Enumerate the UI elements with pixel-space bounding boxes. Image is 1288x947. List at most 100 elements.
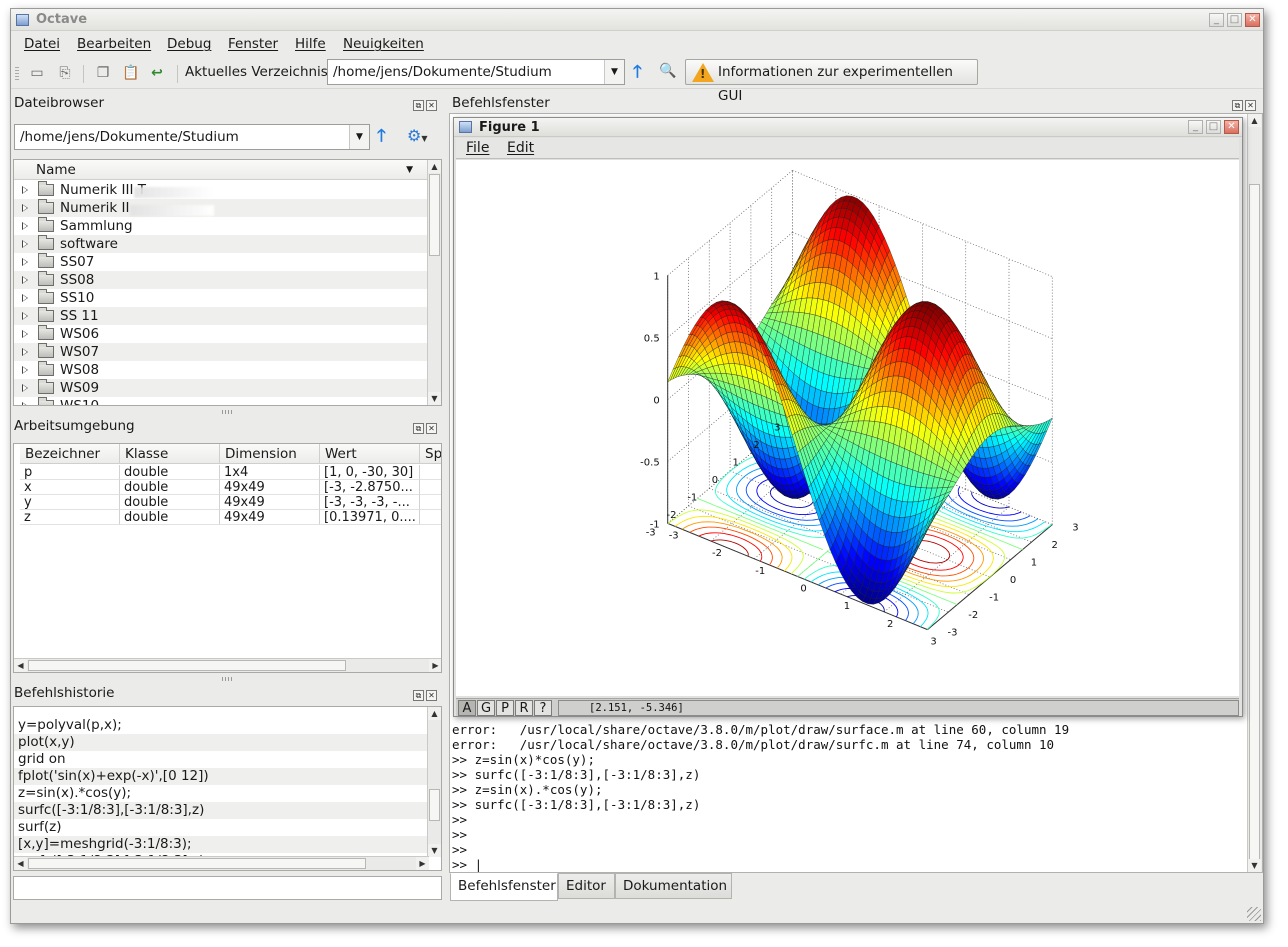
- figure-menu-edit[interactable]: Edit: [507, 140, 534, 156]
- current-directory-combo[interactable]: /home/jens/Dokumente/Studium ▼: [327, 59, 625, 85]
- title-bar[interactable]: Octave _ □ ✕: [11, 9, 1263, 31]
- expand-arrow-icon[interactable]: [22, 348, 28, 356]
- window-resize-grip[interactable]: [1247, 907, 1261, 921]
- splitter-handle[interactable]: [222, 677, 232, 681]
- workspace-col-sp[interactable]: Sp: [420, 444, 441, 464]
- scroll-up-icon[interactable]: ▲: [428, 160, 441, 173]
- workspace-cell[interactable]: double: [120, 480, 220, 495]
- history-item[interactable]: z=sin(x).*cos(y);: [14, 785, 427, 802]
- menu-neuigkeiten[interactable]: Neuigkeiten: [343, 36, 424, 52]
- workspace-hscroll[interactable]: ◀ ▶: [14, 658, 441, 672]
- undock-icon[interactable]: ⧉: [413, 690, 424, 701]
- undock-icon[interactable]: ⧉: [413, 423, 424, 434]
- workspace-cell[interactable]: y: [20, 495, 120, 510]
- history-item[interactable]: fplot('sin(x)+exp(-x)',[0 12]): [14, 768, 427, 785]
- scroll-thumb[interactable]: [28, 858, 366, 869]
- surface-plot[interactable]: 10.50-0.5-13210-1-2-3 -3-2-10123-3-2-1012…: [456, 160, 1239, 696]
- scroll-right-icon[interactable]: ▶: [429, 659, 441, 672]
- workspace-cell[interactable]: 49x49: [220, 495, 320, 510]
- workspace-cell[interactable]: [420, 465, 441, 480]
- workspace-cell[interactable]: double: [120, 495, 220, 510]
- expand-arrow-icon[interactable]: [22, 276, 28, 284]
- filebrowser-item[interactable]: WS07: [14, 343, 427, 361]
- expand-arrow-icon[interactable]: [22, 312, 28, 320]
- filebrowser-item[interactable]: SS 11: [14, 307, 427, 325]
- minimize-button[interactable]: _: [1209, 13, 1224, 27]
- filebrowser-vscroll[interactable]: ▲ ▼: [427, 160, 441, 405]
- expand-arrow-icon[interactable]: [22, 366, 28, 374]
- parent-directory-icon[interactable]: 🡑: [633, 63, 642, 81]
- history-list[interactable]: y=polyval(p,x); plot(x,y) grid on fplot('si…: [13, 706, 442, 871]
- close-icon[interactable]: ✕: [1245, 100, 1256, 111]
- menu-fenster[interactable]: Fenster: [228, 36, 278, 52]
- expand-arrow-icon[interactable]: [22, 204, 28, 212]
- close-icon[interactable]: ✕: [426, 100, 437, 111]
- scroll-up-icon[interactable]: ▲: [1248, 114, 1261, 127]
- maximize-button[interactable]: □: [1227, 13, 1242, 27]
- search-icon[interactable]: 🔍: [659, 63, 676, 79]
- workspace-col-klasse[interactable]: Klasse: [120, 444, 220, 464]
- scroll-up-icon[interactable]: ▲: [428, 707, 441, 720]
- workspace-cell[interactable]: [420, 480, 441, 495]
- filebrowser-item[interactable]: WS06: [14, 325, 427, 343]
- filebrowser-item[interactable]: SS07: [14, 253, 427, 271]
- new-file-icon[interactable]: ▭: [29, 65, 45, 81]
- filebrowser-item[interactable]: Numerik II: [14, 199, 427, 217]
- close-button[interactable]: ✕: [1245, 13, 1260, 27]
- figure-close-button[interactable]: ✕: [1224, 120, 1239, 134]
- figure-window[interactable]: Figure 1 _ □ ✕ File Edit 1 0.5 0 -0.5 -1 3 2 1 0…: [453, 117, 1243, 717]
- scroll-thumb[interactable]: [429, 174, 440, 256]
- workspace-cell[interactable]: 49x49: [220, 480, 320, 495]
- workspace-table[interactable]: Bezeichner Klasse Dimension Wert Sp p dou…: [13, 443, 442, 673]
- filebrowser-item[interactable]: WS08: [14, 361, 427, 379]
- scroll-down-icon[interactable]: ▼: [428, 844, 441, 857]
- history-item[interactable]: grid on: [14, 751, 427, 768]
- chevron-down-icon[interactable]: ▼: [349, 125, 369, 149]
- workspace-cell[interactable]: [420, 510, 441, 525]
- history-hscroll[interactable]: ◀ ▶: [14, 856, 429, 870]
- scroll-left-icon[interactable]: ◀: [14, 659, 27, 672]
- chevron-down-icon[interactable]: ▼: [604, 60, 624, 84]
- help-button[interactable]: ?: [534, 700, 552, 716]
- figure-title-bar[interactable]: Figure 1 _ □ ✕: [454, 118, 1242, 137]
- expand-arrow-icon[interactable]: [22, 186, 28, 194]
- workspace-cell[interactable]: [0.13971, 0....: [320, 510, 420, 525]
- workspace-cell[interactable]: [-3, -3, -3, -...: [320, 495, 420, 510]
- filebrowser-item[interactable]: SS08: [14, 271, 427, 289]
- undock-icon[interactable]: ⧉: [1232, 100, 1243, 111]
- autoscale-button[interactable]: A: [458, 700, 476, 716]
- workspace-cell[interactable]: double: [120, 510, 220, 525]
- menu-hilfe[interactable]: Hilfe: [295, 36, 326, 52]
- workspace-col-bezeichner[interactable]: Bezeichner: [20, 444, 120, 464]
- copy-icon[interactable]: ❐: [95, 65, 111, 81]
- history-item[interactable]: [x,y]=meshgrid(-3:1/8:3);: [14, 836, 427, 853]
- tab-dokumentation[interactable]: Dokumentation: [615, 873, 732, 899]
- workspace-cell[interactable]: p: [20, 465, 120, 480]
- filebrowser-item[interactable]: WS09: [14, 379, 427, 397]
- splitter-handle[interactable]: [222, 410, 232, 414]
- figure-menu-file[interactable]: File: [466, 140, 489, 156]
- close-icon[interactable]: ✕: [426, 690, 437, 701]
- filebrowser-up-icon[interactable]: 🡑: [377, 127, 386, 145]
- close-icon[interactable]: ✕: [426, 423, 437, 434]
- scroll-down-icon[interactable]: ▼: [1248, 859, 1261, 872]
- expand-arrow-icon[interactable]: [22, 222, 28, 230]
- expand-arrow-icon[interactable]: [22, 384, 28, 392]
- scroll-down-icon[interactable]: ▼: [428, 392, 441, 405]
- history-filter-input[interactable]: [13, 876, 442, 900]
- menu-datei[interactable]: Datei: [24, 36, 60, 52]
- workspace-cell[interactable]: [420, 495, 441, 510]
- expand-arrow-icon[interactable]: [22, 258, 28, 266]
- history-vscroll[interactable]: ▲ ▼: [427, 707, 441, 857]
- expand-arrow-icon[interactable]: [22, 240, 28, 248]
- filebrowser-path-combo[interactable]: /home/jens/Dokumente/Studium ▼: [14, 124, 370, 150]
- history-item[interactable]: surfc([-3:1/8:3],[-3:1/8:3],z): [14, 802, 427, 819]
- expand-arrow-icon[interactable]: [22, 294, 28, 302]
- filebrowser-list[interactable]: Name ▼ Numerik III T Numerik II Sammlung so…: [13, 159, 442, 406]
- workspace-cell[interactable]: double: [120, 465, 220, 480]
- undo-icon[interactable]: ↩: [149, 65, 165, 81]
- undock-icon[interactable]: ⧉: [413, 100, 424, 111]
- workspace-cell[interactable]: [1, 0, -30, 30]: [320, 465, 420, 480]
- expand-arrow-icon[interactable]: [22, 402, 28, 405]
- scroll-right-icon[interactable]: ▶: [416, 857, 429, 870]
